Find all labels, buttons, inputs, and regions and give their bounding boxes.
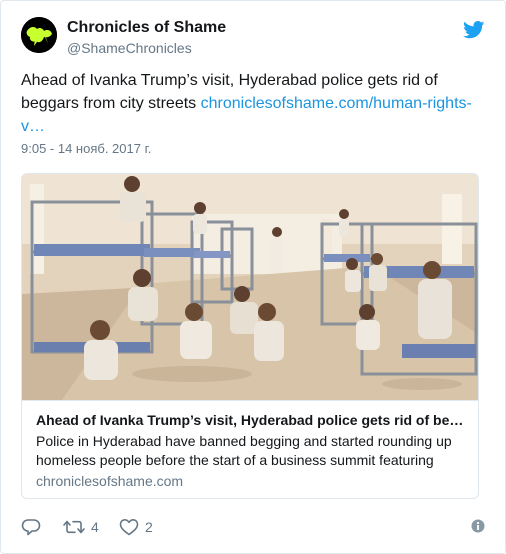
card-description: Police in Hyderabad have banned begging …	[36, 433, 452, 468]
display-name[interactable]: Chronicles of Shame	[67, 18, 226, 38]
tweet-header: Chronicles of Shame @ShameChronicles	[21, 17, 485, 61]
like-count: 2	[145, 519, 153, 535]
embedded-tweet: Chronicles of Shame @ShameChronicles Ahe…	[0, 0, 506, 554]
info-icon[interactable]	[471, 519, 485, 538]
retweet-button[interactable]: 4	[63, 516, 99, 538]
tweet-text: Ahead of Ivanka Trump’s visit, Hyderabad…	[21, 69, 487, 138]
tweet-actions: 4 2	[21, 516, 485, 538]
avatar[interactable]	[21, 17, 57, 53]
card-title[interactable]: Ahead of Ivanka Trump’s visit, Hyderabad…	[36, 411, 464, 430]
handle[interactable]: @ShameChronicles	[67, 38, 226, 58]
card-image[interactable]	[22, 174, 478, 400]
timestamp[interactable]: 9:05 - 14 нояб. 2017 г.	[21, 141, 151, 156]
card-domain: chroniclesofshame.com	[36, 473, 184, 489]
retweet-icon	[63, 518, 85, 536]
twitter-bird-icon[interactable]	[463, 21, 485, 39]
like-button[interactable]: 2	[119, 516, 153, 538]
reply-icon	[21, 518, 41, 536]
card-body[interactable]: Ahead of Ivanka Trump’s visit, Hyderabad…	[22, 400, 478, 498]
reply-button[interactable]	[21, 516, 41, 538]
link-card[interactable]: Ahead of Ivanka Trump’s visit, Hyderabad…	[21, 173, 479, 499]
heart-icon	[119, 518, 139, 536]
author-names: Chronicles of Shame @ShameChronicles	[67, 18, 226, 58]
retweet-count: 4	[91, 519, 99, 535]
